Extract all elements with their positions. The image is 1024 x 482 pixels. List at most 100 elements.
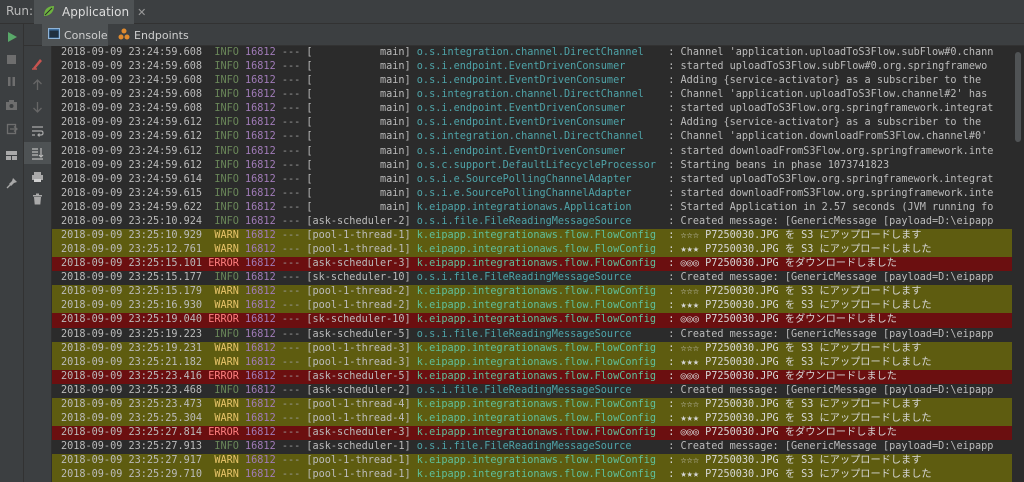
log-thread: [pool-1-thread-2]: [306, 286, 411, 298]
log-separator: ---: [275, 230, 307, 242]
log-pid: 16812: [245, 244, 276, 256]
log-line: 2018-09-09 23:25:27.913 INFO 16812 --- […: [52, 440, 1024, 454]
stop-icon[interactable]: [0, 48, 23, 70]
log-thread: [pool-1-thread-1]: [306, 469, 411, 481]
close-icon[interactable]: ✕: [137, 6, 146, 19]
log-timestamp: 2018-09-09 23:25:19.223: [61, 328, 203, 340]
log-pid: 16812: [245, 314, 276, 326]
log-pid: 16812: [245, 145, 276, 157]
log-message: : ★★★ P7250030.JPG を S3 にアップロードしました: [668, 300, 932, 312]
log-timestamp: 2018-09-09 23:25:21.182: [61, 356, 203, 368]
log-message: : ★★★ P7250030.JPG を S3 にアップロードしました: [668, 469, 932, 481]
trash-icon[interactable]: [24, 188, 51, 210]
log-message: : Adding {service-activator} as a subscr…: [668, 117, 982, 129]
run-tool-window-header: Run: Application ✕: [0, 0, 1024, 24]
log-timestamp: 2018-09-09 23:24:59.615: [61, 187, 203, 199]
log-separator: ---: [275, 145, 307, 157]
log-pid: 16812: [245, 328, 276, 340]
tab-console[interactable]: Console: [42, 24, 108, 46]
log-pid: 16812: [245, 201, 276, 213]
log-message: : started downloadFromS3Flow.org.springf…: [668, 187, 994, 199]
log-pid: 16812: [245, 131, 276, 143]
scroll-down-icon[interactable]: [24, 96, 51, 118]
log-pid: 16812: [245, 117, 276, 129]
log-logger: o.s.i.endpoint.EventDrivenConsumer: [416, 61, 669, 73]
log-message: : ★★★ P7250030.JPG を S3 にアップロードしました: [668, 244, 932, 256]
log-line: 2018-09-09 23:25:16.930 WARN 16812 --- […: [52, 299, 1024, 314]
log-logger: o.s.integration.channel.DirectChannel: [416, 131, 669, 143]
clear-icon[interactable]: [24, 52, 51, 74]
log-level: WARN: [208, 244, 239, 256]
log-logger: o.s.integration.channel.DirectChannel: [416, 89, 669, 101]
log-line: 2018-09-09 23:25:10.929 WARN 16812 --- […: [52, 229, 1024, 244]
scrollbar-thumb[interactable]: [1015, 52, 1021, 142]
log-thread: [ main]: [306, 145, 411, 157]
log-message: : ★★★ P7250030.JPG を S3 にアップロードしました: [668, 356, 932, 368]
exit-icon[interactable]: [0, 118, 23, 140]
log-level: INFO: [208, 103, 239, 115]
console-toolbar: [24, 46, 52, 482]
log-line: 2018-09-09 23:25:12.761 WARN 16812 --- […: [52, 243, 1024, 258]
log-line: 2018-09-09 23:25:15.177 INFO 16812 --- […: [52, 271, 1024, 285]
log-separator: ---: [275, 314, 307, 326]
log-separator: ---: [275, 441, 307, 453]
log-line: 2018-09-09 23:24:59.612 INFO 16812 --- […: [52, 145, 1024, 159]
log-level: WARN: [208, 356, 239, 368]
log-logger: k.eipapp.integrationaws.flow.FlowConfig: [416, 300, 669, 312]
log-logger: o.s.i.e.SourcePollingChannelAdapter: [416, 173, 669, 185]
log-separator: ---: [275, 469, 307, 481]
pause-icon[interactable]: [0, 70, 23, 92]
log-thread: [sk-scheduler-10]: [306, 314, 411, 326]
log-logger: k.eipapp.integrationaws.flow.FlowConfig: [416, 455, 669, 467]
log-line: 2018-09-09 23:25:10.924 INFO 16812 --- […: [52, 215, 1024, 229]
log-thread: [ main]: [306, 201, 411, 213]
log-message: : ◎◎◎ P7250030.JPG をダウンロードしました: [668, 370, 897, 382]
log-level: INFO: [208, 441, 239, 453]
layout-icon[interactable]: [0, 144, 23, 166]
log-logger: k.eipapp.integrationaws.flow.FlowConfig: [416, 427, 669, 439]
tab-application[interactable]: Application ✕: [34, 0, 146, 24]
log-level: WARN: [208, 469, 239, 481]
log-message: : ☆☆☆ P7250030.JPG を S3 にアップロードします: [668, 230, 922, 242]
log-separator: ---: [275, 384, 307, 396]
log-separator: ---: [275, 201, 307, 213]
log-level: ERROR: [208, 427, 239, 439]
log-separator: ---: [275, 370, 307, 382]
log-timestamp: 2018-09-09 23:25:12.761: [61, 244, 203, 256]
log-logger: o.s.i.file.FileReadingMessageSource: [416, 215, 669, 227]
log-line: 2018-09-09 23:24:59.608 INFO 16812 --- […: [52, 74, 1024, 88]
log-separator: ---: [275, 286, 307, 298]
log-message: : started uploadToS3Flow.org.springframe…: [668, 173, 994, 185]
log-thread: [ask-scheduler-1]: [306, 441, 411, 453]
log-timestamp: 2018-09-09 23:24:59.614: [61, 173, 203, 185]
log-timestamp: 2018-09-09 23:25:15.101: [61, 258, 203, 270]
log-logger: k.eipapp.integrationaws.flow.FlowConfig: [416, 258, 669, 270]
run-icon[interactable]: [0, 26, 23, 48]
vertical-scrollbar[interactable]: [1012, 46, 1024, 482]
camera-icon[interactable]: [0, 94, 23, 116]
log-line: 2018-09-09 23:25:25.304 WARN 16812 --- […: [52, 412, 1024, 427]
log-timestamp: 2018-09-09 23:24:59.608: [61, 61, 203, 73]
log-logger: o.s.i.file.FileReadingMessageSource: [416, 384, 669, 396]
log-logger: o.s.i.e.SourcePollingChannelAdapter: [416, 187, 669, 199]
soft-wrap-icon[interactable]: [24, 120, 51, 142]
log-separator: ---: [275, 47, 307, 58]
console-output[interactable]: 2018-09-09 23:24:59.608 INFO 16812 --- […: [52, 46, 1024, 482]
log-thread: [ask-scheduler-2]: [306, 384, 411, 396]
log-message: : Created message: [GenericMessage [payl…: [668, 328, 994, 340]
pin-icon[interactable]: [0, 172, 23, 194]
log-message: : Channel 'application.uploadToS3Flow.su…: [668, 47, 994, 58]
log-separator: ---: [275, 89, 307, 101]
print-icon[interactable]: [24, 166, 51, 188]
log-timestamp: 2018-09-09 23:25:16.930: [61, 300, 203, 312]
scroll-up-icon[interactable]: [24, 74, 51, 96]
scroll-to-end-icon[interactable]: [24, 142, 51, 164]
log-pid: 16812: [245, 173, 276, 185]
tab-endpoints[interactable]: Endpoints: [112, 24, 195, 46]
log-pid: 16812: [245, 441, 276, 453]
log-message: : Created message: [GenericMessage [payl…: [668, 441, 994, 453]
log-level: WARN: [208, 398, 239, 410]
log-timestamp: 2018-09-09 23:25:27.814: [61, 427, 203, 439]
log-line: 2018-09-09 23:25:23.416 ERROR 16812 --- …: [52, 369, 1024, 384]
log-pid: 16812: [245, 455, 276, 467]
